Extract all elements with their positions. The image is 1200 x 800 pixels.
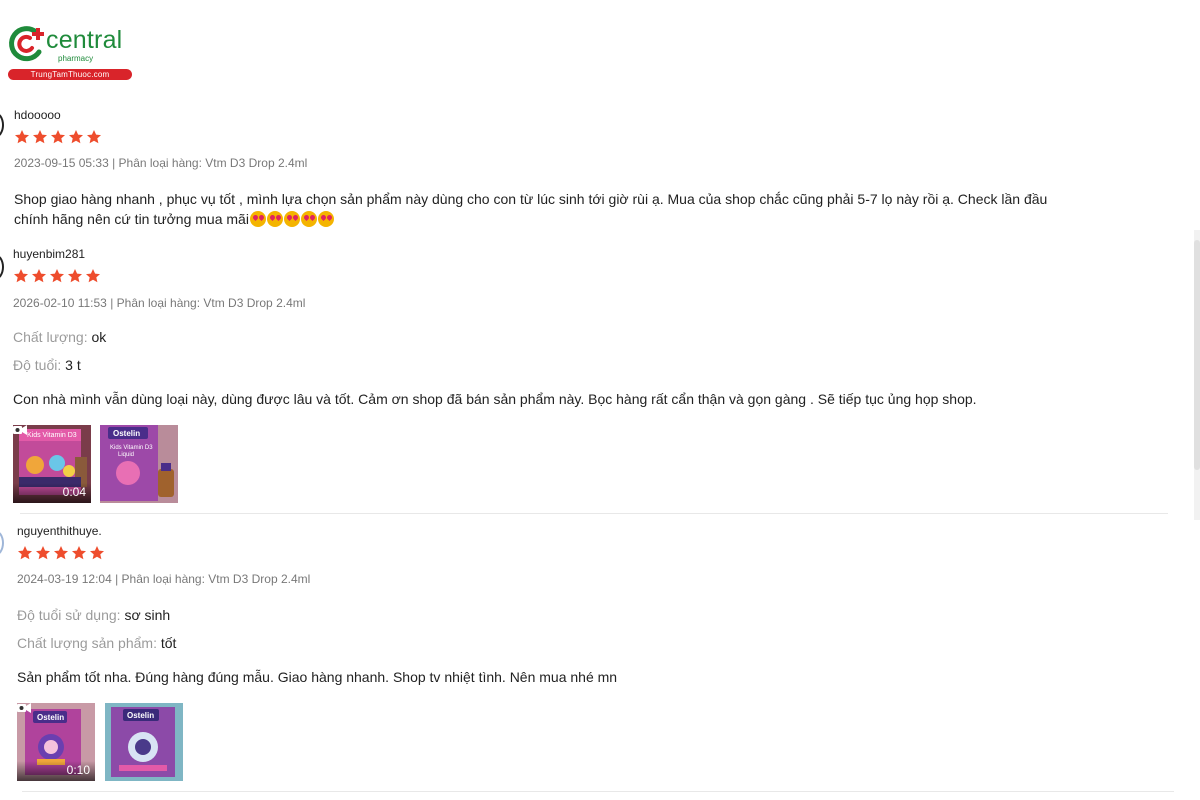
pharmacy-cross-logo-icon — [9, 26, 44, 62]
star-icon — [36, 546, 50, 560]
review-video-thumbnail[interactable]: Kids Vitamin D3 0:04 — [13, 425, 91, 503]
star-icon — [14, 269, 28, 283]
review-divider — [20, 513, 1168, 514]
video-duration: 0:04 — [62, 485, 86, 499]
heart-eyes-emoji — [283, 211, 300, 227]
product-box-image: Ostelin — [105, 703, 183, 781]
thumb-brand-label: Ostelin — [127, 711, 154, 720]
attribute-label: Độ tuổi: — [13, 357, 62, 373]
review-meta: 2023-09-15 05:33 | Phân loại hàng: Vtm D… — [14, 156, 308, 170]
review-attribute: Chất lượng sản phẩm: tốt — [17, 635, 176, 651]
attribute-value: tốt — [160, 635, 177, 651]
thumb-brand-label: Ostelin — [113, 429, 140, 438]
scrollbar-track[interactable] — [1194, 230, 1200, 520]
brand-subtitle: pharmacy — [58, 54, 94, 63]
avatar[interactable] — [0, 530, 4, 556]
central-pharmacy-logo[interactable]: central pharmacy TrungTamThuoc.com — [6, 22, 132, 82]
attribute-label: Chất lượng: — [13, 329, 88, 345]
review-comment: Shop giao hàng nhanh , phục vụ tốt , mìn… — [14, 189, 1184, 229]
review-meta: 2026-02-10 11:53 | Phân loại hàng: Vtm D… — [13, 296, 306, 310]
heart-eyes-emoji — [317, 211, 334, 227]
thumb-product-label: Kids Vitamin D3 — [27, 432, 77, 439]
avatar[interactable] — [0, 254, 4, 280]
review-divider — [22, 791, 1174, 792]
star-rating — [13, 268, 101, 284]
star-icon — [51, 130, 65, 144]
comment-line-2: chính hãng nên cứ tin tưởng mua mãi — [14, 211, 249, 227]
review-username: hdooooo — [14, 108, 61, 122]
heart-eyes-emoji — [249, 211, 266, 227]
comment-line-1: Shop giao hàng nhanh , phục vụ tốt , mìn… — [14, 191, 1048, 207]
scrollbar-thumb[interactable] — [1194, 240, 1200, 470]
star-icon — [87, 130, 101, 144]
star-icon — [50, 269, 64, 283]
star-icon — [86, 269, 100, 283]
video-camera-icon — [13, 425, 27, 435]
star-icon — [32, 269, 46, 283]
attribute-label: Chất lượng sản phẩm: — [17, 635, 157, 651]
heart-eyes-emoji — [300, 211, 317, 227]
review-username: nguyenthithuye. — [17, 524, 102, 538]
review-image-thumbnail[interactable]: Ostelin — [105, 703, 183, 781]
emoji-group — [249, 211, 334, 227]
star-icon — [72, 546, 86, 560]
video-duration: 0:10 — [66, 763, 90, 777]
thumb-liquid-label: Liquid — [118, 452, 134, 458]
brand-site-badge: TrungTamThuoc.com — [8, 69, 132, 80]
star-icon — [68, 269, 82, 283]
review-meta: 2024-03-19 12:04 | Phân loại hàng: Vtm D… — [17, 572, 311, 586]
thumb-product-label: Kids Vitamin D3 — [110, 445, 153, 451]
review-video-thumbnail[interactable]: Ostelin 0:10 — [17, 703, 95, 781]
brand-name: central — [46, 26, 123, 54]
star-icon — [90, 546, 104, 560]
star-icon — [33, 130, 47, 144]
star-icon — [18, 546, 32, 560]
thumb-brand-label: Ostelin — [37, 713, 64, 722]
heart-eyes-emoji — [266, 211, 283, 227]
star-icon — [15, 130, 29, 144]
review-comment: Con nhà mình vẫn dùng loại này, dùng đượ… — [13, 391, 977, 407]
attribute-value: ok — [91, 329, 107, 345]
product-box-image: Ostelin Kids Vitamin D3 Liquid — [100, 425, 178, 503]
star-icon — [54, 546, 68, 560]
review-comment: Sản phẩm tốt nha. Đúng hàng đúng mẫu. Gi… — [17, 669, 618, 685]
review-attribute: Độ tuổi: 3 t — [13, 357, 81, 373]
avatar[interactable] — [0, 112, 4, 138]
star-icon — [69, 130, 83, 144]
star-rating — [14, 129, 102, 145]
review-attribute: Chất lượng: ok — [13, 329, 106, 345]
attribute-value: sơ sinh — [124, 607, 171, 623]
attribute-label: Độ tuổi sử dụng: — [17, 607, 121, 623]
review-image-thumbnail[interactable]: Ostelin Kids Vitamin D3 Liquid — [100, 425, 178, 503]
video-camera-icon — [17, 703, 31, 713]
star-rating — [17, 545, 105, 561]
attribute-value: 3 t — [65, 357, 81, 373]
review-attribute: Độ tuổi sử dụng: sơ sinh — [17, 607, 170, 623]
review-username: huyenbim281 — [13, 247, 86, 261]
